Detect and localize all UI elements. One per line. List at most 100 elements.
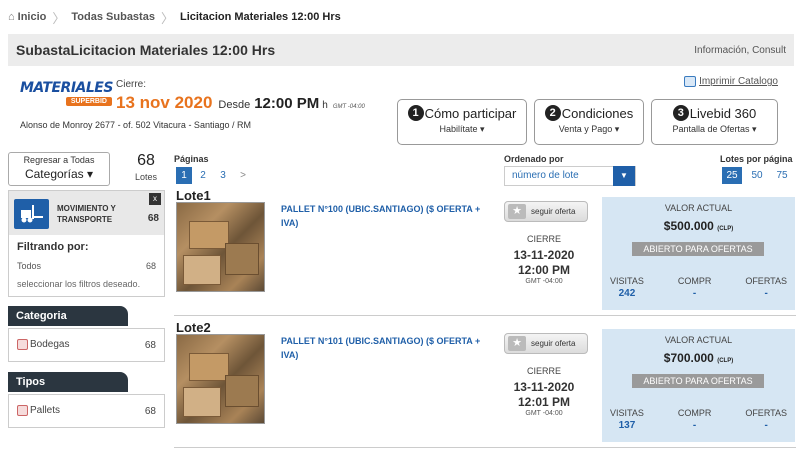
page-3-button[interactable]: 3	[215, 167, 231, 184]
offers-value: -	[764, 288, 768, 299]
lot-divider	[174, 315, 796, 316]
button-sublabel: Pantalla de Ofertas ▾	[672, 124, 757, 134]
facet-option-bodegas[interactable]: Bodegas 68	[8, 328, 165, 362]
close-time: 12:00 PM	[517, 263, 571, 277]
desde-label: Desde	[218, 99, 251, 111]
follow-offer-button[interactable]: ★ seguir oferta	[504, 333, 588, 354]
checkbox-icon[interactable]	[17, 339, 28, 351]
livebid-button[interactable]: 3 Livebid 360 Pantalla de Ofertas ▾	[651, 99, 778, 145]
how-to-participate-button[interactable]: 1 Cómo participar Habilítate ▾	[397, 99, 527, 145]
currency-label: (CLP)	[717, 358, 734, 364]
timezone-label: GMT -04:00	[525, 410, 563, 417]
category-header: MOVIMIENTO Y TRANSPORTE 68 x	[9, 191, 164, 235]
visits-value: 137	[618, 420, 636, 431]
checkbox-icon[interactable]	[17, 405, 28, 417]
facet-option-label: Bodegas	[30, 339, 70, 351]
lot-card: Lote2 PALLET N°101 (UBIC.SANTIAGO) ($ OF…	[174, 320, 796, 448]
lot-photo[interactable]	[176, 202, 265, 292]
lot-close-info: CIERRE 13-11-2020 12:00 PM GMT -04:00	[504, 234, 584, 285]
lot-description-link[interactable]: PALLET N°100 (UBIC.SANTIAGO) ($ OFERTA +…	[281, 202, 491, 230]
breadcrumb-all-auctions-link[interactable]: Todas Subastas	[71, 11, 155, 23]
facet-option-count: 68	[144, 405, 156, 417]
sidebar-top: Regresar a Todas Categorías ▾ 68 Lotes	[8, 152, 165, 188]
filter-row: Todos 68	[17, 261, 156, 271]
back-label: Regresar a Todas	[23, 155, 95, 165]
currency-label: (CLP)	[717, 226, 734, 232]
lot-count: 68 Lotes	[135, 152, 157, 182]
facet-option-count: 68	[144, 339, 156, 351]
current-value-amount: $500.000	[663, 219, 714, 233]
conditions-button[interactable]: 2 Condiciones Venta y Pago ▾	[534, 99, 644, 145]
page-title: SubastaLicitacion Materiales 12:00 Hrs	[16, 42, 276, 58]
page-1-button[interactable]: 1	[176, 167, 192, 184]
list-controls: Páginas 1 2 3 > Ordenado por número de l…	[174, 152, 796, 188]
step-number: 3	[672, 105, 689, 121]
category-count: 68	[147, 213, 159, 224]
current-value: $500.000 (CLP)	[602, 219, 795, 233]
back-to-categories-button[interactable]: Regresar a Todas Categorías ▾	[8, 152, 110, 186]
chevron-down-icon[interactable]: ▼	[613, 166, 635, 186]
per-page-label: Lotes por página	[720, 154, 793, 164]
next-page-button[interactable]: >	[235, 167, 251, 184]
close-datetime: 13 nov 2020 Desde 12:00 PM h GMT -04:00	[116, 93, 365, 113]
star-icon: ★	[508, 336, 526, 351]
page-2-button[interactable]: 2	[195, 167, 211, 184]
lot-title[interactable]: Lote1	[176, 188, 211, 203]
breadcrumb-home-link[interactable]: Inicio	[18, 11, 47, 23]
close-label: CIERRE	[526, 234, 561, 244]
home-icon[interactable]: ⌂	[8, 11, 15, 23]
per-page-50-button[interactable]: 50	[747, 167, 767, 184]
lot-description-link[interactable]: PALLET N°101 (UBIC.SANTIAGO) ($ OFERTA +…	[281, 334, 491, 362]
status-badge: ABIERTO PARA OFERTAS	[632, 374, 764, 388]
logo-tag: SUPERBID	[65, 97, 112, 106]
button-sublabel: Habilítate ▾	[439, 124, 485, 134]
buyers-value: -	[692, 288, 697, 299]
lot-divider	[174, 447, 796, 448]
remove-category-close-icon[interactable]: x	[149, 193, 161, 205]
per-page-75-button[interactable]: 75	[772, 167, 792, 184]
timezone-label: GMT -04:00	[525, 278, 563, 285]
auction-title-bar: SubastaLicitacion Materiales 12:00 Hrs I…	[8, 34, 794, 66]
facet-option-label: Pallets	[30, 405, 61, 417]
timezone-label: GMT -04:00	[332, 104, 365, 110]
close-time: 12:00 PM	[254, 95, 320, 112]
visits-value: 242	[618, 288, 636, 299]
facet-header-tipos: Tipos	[8, 372, 128, 392]
current-value-panel: VALOR ACTUAL $500.000 (CLP) ABIERTO PARA…	[602, 197, 795, 310]
close-date: 13-11-2020	[513, 380, 575, 394]
auction-header: MATERIALES SUPERBID Cierre: 13 nov 2020 …	[8, 66, 794, 148]
lot-count-label: Lotes	[134, 172, 157, 182]
lot-title[interactable]: Lote2	[176, 320, 211, 335]
filter-value: Todos	[17, 261, 42, 271]
current-value-panel: VALOR ACTUAL $700.000 (CLP) ABIERTO PARA…	[602, 329, 795, 442]
follow-offer-button[interactable]: ★ seguir oferta	[504, 201, 588, 222]
buyers-label: COMPR	[677, 276, 712, 286]
button-label: Condiciones	[561, 105, 634, 121]
offers-label: OFERTAS	[745, 408, 787, 418]
per-page-25-button[interactable]: 25	[722, 167, 742, 184]
offers-value: -	[764, 420, 768, 431]
current-value-label: VALOR ACTUAL	[664, 203, 733, 213]
info-link[interactable]: Información, Consult	[694, 45, 786, 56]
current-value: $700.000 (CLP)	[602, 351, 795, 365]
close-label: CIERRE	[526, 366, 561, 376]
lot-photo[interactable]	[176, 334, 265, 424]
visits-label: VISITAS	[610, 276, 644, 286]
print-catalog-link[interactable]: Imprimir Catalogo	[684, 76, 778, 87]
current-value-amount: $700.000	[663, 351, 714, 365]
category-name: MOVIMIENTO Y TRANSPORTE	[57, 204, 116, 224]
facet-option-pallets[interactable]: Pallets 68	[8, 394, 165, 428]
follow-offer-label: seguir oferta	[531, 339, 576, 348]
lot-count-number: 68	[137, 152, 155, 169]
step-number: 2	[544, 105, 561, 121]
filter-count: 68	[145, 261, 156, 271]
facet-header-categoria: Categoria	[8, 306, 128, 326]
filter-hint: seleccionar los filtros deseado.	[17, 279, 141, 289]
buyers-value: -	[692, 420, 697, 431]
breadcrumb-separator-icon: 〉	[52, 10, 66, 26]
sort-select[interactable]: número de lote ▼	[504, 166, 636, 186]
hour-suffix: h	[322, 100, 328, 111]
lot-stats: VISITAS 242 COMPR - OFERTAS -	[610, 276, 787, 299]
breadcrumb: ⌂ Inicio 〉 Todas Subastas 〉 Licitacion M…	[0, 0, 800, 34]
close-label: Cierre:	[116, 79, 147, 90]
